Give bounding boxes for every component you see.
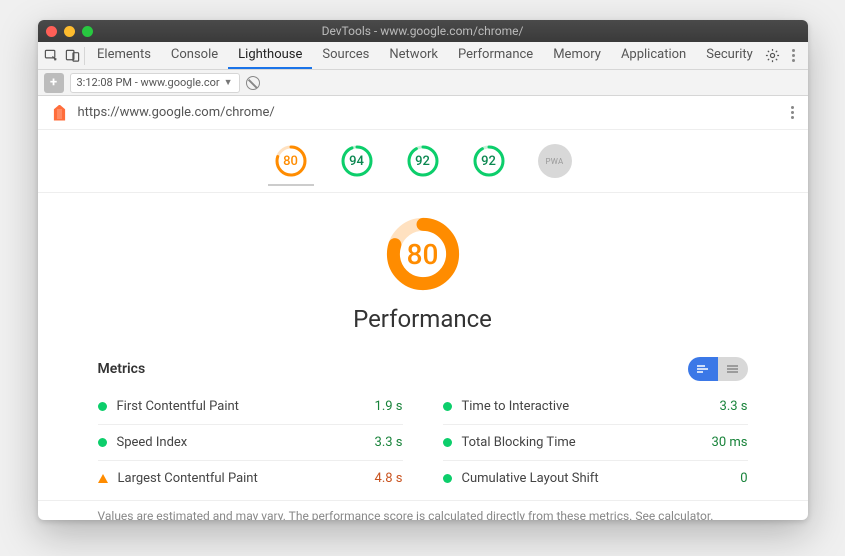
expanded-view-icon[interactable] (688, 357, 718, 381)
performance-gauge: 80 (386, 217, 460, 291)
metric-value: 0 (740, 471, 747, 486)
metric-value: 3.3 s (720, 399, 748, 414)
report-selector-dropdown[interactable]: 3:12:08 PM - www.google.cor ▼ (70, 73, 240, 93)
category-gauges-row: 80 94 92 92 PWA (38, 130, 808, 193)
metric-row: First Contentful Paint 1.9 s (98, 389, 403, 424)
tab-console[interactable]: Console (161, 42, 228, 69)
new-report-button[interactable]: + (44, 73, 64, 93)
lighthouse-toolbar: + 3:12:08 PM - www.google.cor ▼ (38, 70, 808, 96)
pass-icon (98, 402, 107, 411)
metric-row: Time to Interactive 3.3 s (443, 389, 748, 424)
category-gauge-2[interactable]: 92 (400, 140, 446, 186)
calc-link-2[interactable]: See calculator. (635, 509, 713, 520)
report-url: https://www.google.com/chrome/ (78, 105, 275, 120)
settings-gear-icon[interactable] (763, 44, 783, 68)
warning-icon (98, 474, 108, 483)
tab-sources[interactable]: Sources (312, 42, 379, 69)
inspect-element-icon[interactable] (42, 44, 62, 68)
window-title: DevTools - www.google.com/chrome/ (38, 24, 808, 38)
pwa-badge[interactable]: PWA (532, 140, 578, 186)
maximize-window-button[interactable] (82, 26, 93, 37)
clear-report-icon[interactable] (246, 76, 260, 90)
devtools-tab-strip: ElementsConsoleLighthouseSourcesNetworkP… (38, 42, 808, 70)
metric-value: 1.9 s (375, 399, 403, 414)
metric-row: Cumulative Layout Shift 0 (443, 460, 748, 496)
pass-icon (98, 438, 107, 447)
tab-security[interactable]: Security (696, 42, 763, 69)
metric-name: First Contentful Paint (117, 399, 365, 414)
calc-link-1[interactable]: performance score is calculated (312, 509, 483, 520)
metrics-disclaimer: Values are estimated and may vary. The p… (38, 500, 808, 520)
chevron-down-icon: ▼ (224, 77, 233, 88)
metrics-view-toggle[interactable] (688, 357, 748, 381)
lighthouse-icon (52, 105, 68, 121)
metric-name: Time to Interactive (462, 399, 710, 414)
pass-icon (443, 402, 452, 411)
lighthouse-report: 80949292PWA 80 Performance Metrics (38, 130, 808, 520)
device-toggle-icon[interactable] (62, 44, 82, 68)
pass-icon (443, 438, 452, 447)
metric-name: Cumulative Layout Shift (462, 471, 731, 486)
performance-hero: 80 Performance (38, 193, 808, 339)
tab-memory[interactable]: Memory (543, 42, 611, 69)
tab-performance[interactable]: Performance (448, 42, 543, 69)
category-gauge-1[interactable]: 94 (334, 140, 380, 186)
performance-title: Performance (353, 305, 492, 333)
report-selector-label: 3:12:08 PM - www.google.cor (77, 76, 220, 89)
more-menu-icon[interactable] (783, 44, 803, 68)
metric-name: Speed Index (117, 435, 365, 450)
mac-titlebar: DevTools - www.google.com/chrome/ (38, 20, 808, 42)
compact-view-icon[interactable] (718, 357, 748, 381)
tab-lighthouse[interactable]: Lighthouse (228, 42, 312, 69)
metric-name: Largest Contentful Paint (118, 471, 365, 486)
tab-elements[interactable]: Elements (87, 42, 161, 69)
metrics-heading: Metrics (98, 361, 146, 377)
category-gauge-3[interactable]: 92 (466, 140, 512, 186)
performance-score: 80 (386, 217, 460, 291)
pass-icon (443, 474, 452, 483)
tab-network[interactable]: Network (379, 42, 448, 69)
report-url-row: https://www.google.com/chrome/ (38, 96, 808, 130)
category-gauge-0[interactable]: 80 (268, 140, 314, 186)
close-window-button[interactable] (46, 26, 57, 37)
metric-row: Total Blocking Time 30 ms (443, 424, 748, 460)
report-menu-icon[interactable] (791, 106, 794, 119)
tab-application[interactable]: Application (611, 42, 696, 69)
metrics-grid: First Contentful Paint 1.9 s Time to Inter… (38, 385, 808, 500)
devtools-window: DevTools - www.google.com/chrome/ Elemen… (38, 20, 808, 520)
metric-value: 4.8 s (375, 471, 403, 486)
minimize-window-button[interactable] (64, 26, 75, 37)
metric-name: Total Blocking Time (462, 435, 702, 450)
metrics-header-row: Metrics (38, 339, 808, 385)
window-controls (46, 26, 93, 37)
metric-row: Speed Index 3.3 s (98, 424, 403, 460)
metric-value: 30 ms (712, 435, 748, 450)
metric-value: 3.3 s (375, 435, 403, 450)
metric-row: Largest Contentful Paint 4.8 s (98, 460, 403, 496)
